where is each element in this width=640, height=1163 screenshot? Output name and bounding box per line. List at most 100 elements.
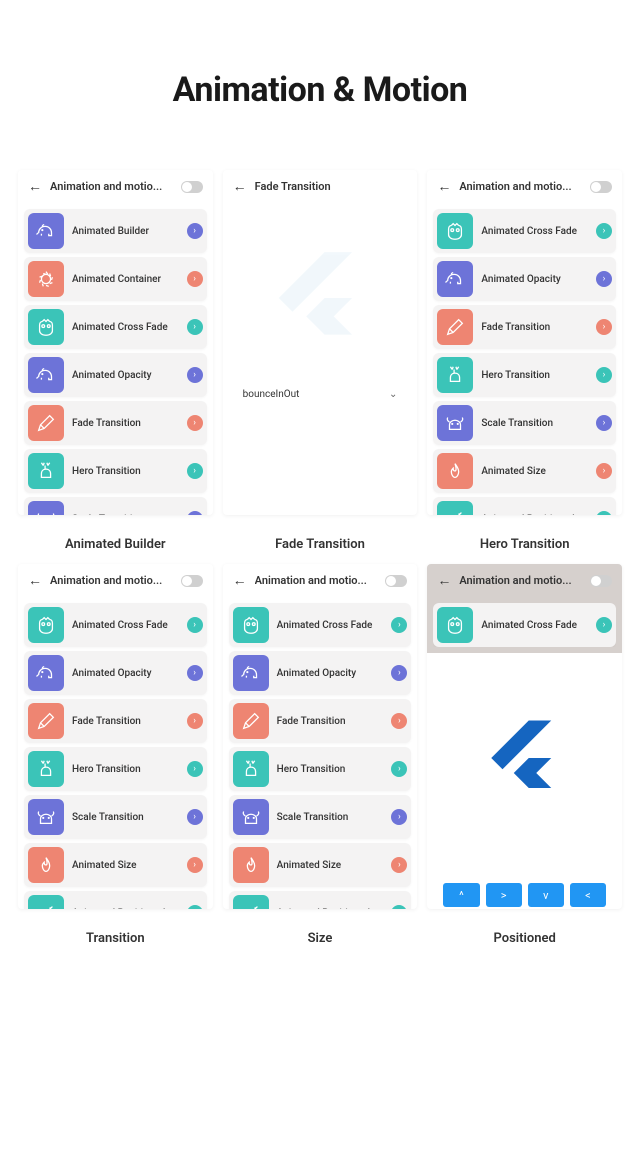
list-item[interactable]: Fade Transition › (229, 699, 412, 743)
item-label: Animated Cross Fade (277, 620, 384, 631)
up-button[interactable]: ^ (443, 883, 479, 907)
easing-dropdown[interactable]: bounceInOut ⌄ (233, 383, 408, 406)
app-header: ← Animation and motio... (18, 564, 213, 597)
item-label: Animated Opacity (481, 274, 588, 285)
left-button[interactable]: < (570, 883, 606, 907)
item-label: Animated Cross Fade (481, 226, 588, 237)
phone-screen: ← Animation and motio... Animated Cross … (427, 170, 622, 515)
down-button[interactable]: v (528, 883, 564, 907)
list-item[interactable]: Animated Opacity › (229, 651, 412, 695)
item-label: Fade Transition (277, 716, 384, 727)
pencil-icon (437, 309, 473, 345)
pencil-icon (233, 703, 269, 739)
list-item[interactable]: Animated Size› (24, 843, 207, 887)
positioned-main (427, 653, 622, 863)
list-item[interactable]: Animated Opacity › (24, 353, 207, 397)
caption: Fade Transition (223, 537, 418, 552)
caption: Transition (18, 931, 213, 946)
list-item[interactable]: Hero Transition› (433, 353, 616, 397)
bull-icon (28, 799, 64, 835)
list-item[interactable]: Animated Cross Fade› (24, 603, 207, 647)
list-item[interactable]: Scale Transition › (24, 795, 207, 839)
list-item[interactable]: Animated Cross Fade› (229, 603, 412, 647)
chevron-right-icon: › (187, 713, 203, 729)
chevron-right-icon: › (391, 665, 407, 681)
chevron-right-icon: › (596, 271, 612, 287)
phone-grid: ← Animation and motio... Animated Builde… (0, 170, 640, 1006)
list-item[interactable]: Animated Cross Fade › (24, 305, 207, 349)
list-item[interactable]: Animated Builder› (24, 209, 207, 253)
theme-toggle[interactable] (181, 575, 203, 587)
theme-toggle[interactable] (385, 575, 407, 587)
bull-icon (28, 501, 64, 515)
pencil-icon (28, 703, 64, 739)
bull-icon (233, 799, 269, 835)
list-item[interactable]: Animated Opacity › (24, 651, 207, 695)
list-item[interactable]: Scale Transition› (24, 497, 207, 515)
list-item[interactable]: Animated Container › (24, 257, 207, 301)
cell-positioned: ← Animation and motio... Animated Cross … (427, 564, 622, 946)
chevron-right-icon: › (187, 367, 203, 383)
chevron-right-icon: › (187, 809, 203, 825)
back-icon[interactable]: ← (28, 572, 42, 589)
list-item[interactable]: Animated Opacity › (433, 257, 616, 301)
chevron-right-icon: › (187, 463, 203, 479)
back-icon[interactable]: ← (233, 178, 247, 195)
item-label: Animated Opacity (72, 668, 179, 679)
list-item[interactable]: Animated Size› (229, 843, 412, 887)
theme-toggle[interactable] (181, 181, 203, 193)
wand-icon (28, 895, 64, 909)
fire-icon (437, 453, 473, 489)
right-button[interactable]: > (486, 883, 522, 907)
elephant-icon (233, 655, 269, 691)
chevron-right-icon: › (187, 511, 203, 515)
animation-list: Animated Cross Fade› (433, 603, 616, 647)
list-item[interactable]: Animated Cross Fade› (433, 603, 616, 647)
item-label: Scale Transition (72, 812, 179, 823)
list-item[interactable]: Animated Cross Fade› (433, 209, 616, 253)
owl-icon (28, 309, 64, 345)
list-item[interactable]: Animated Positioned› (433, 497, 616, 515)
list-item[interactable]: Scale Transition› (433, 401, 616, 445)
item-label: Animated Positioned (72, 908, 179, 910)
chevron-right-icon: › (391, 713, 407, 729)
chevron-right-icon: › (187, 271, 203, 287)
list-item[interactable]: Fade Transition› (433, 305, 616, 349)
header-title: Animation and motio... (459, 180, 582, 193)
animation-list: Animated Cross Fade›Animated Opacity›Fad… (223, 597, 418, 909)
theme-toggle[interactable] (590, 575, 612, 587)
list-item[interactable]: Scale Transition› (229, 795, 412, 839)
list-item[interactable]: Animated Size› (433, 449, 616, 493)
app-header: ← Animation and motio... (18, 170, 213, 203)
phone-screen: ← Animation and motio... Animated Cross … (223, 564, 418, 909)
item-label: Animated Opacity (72, 370, 179, 381)
cell-transition: ← Animation and motio... Animated Cross … (18, 564, 213, 946)
phone-screen: ← Animation and motio... Animated Builde… (18, 170, 213, 515)
item-label: Animated Opacity (277, 668, 384, 679)
back-icon[interactable]: ← (437, 572, 451, 589)
theme-toggle[interactable] (590, 181, 612, 193)
list-item[interactable]: Animated Positioned› (24, 891, 207, 909)
list-item[interactable]: Fade Transition› (24, 699, 207, 743)
list-item[interactable]: Animated Positioned› (229, 891, 412, 909)
chevron-right-icon: › (391, 857, 407, 873)
animation-list: Animated Cross Fade› Animated Opacity › Fad… (427, 203, 622, 515)
back-icon[interactable]: ← (28, 178, 42, 195)
chevron-right-icon: › (187, 319, 203, 335)
chevron-right-icon: › (187, 665, 203, 681)
item-label: Fade Transition (72, 418, 179, 429)
owl-icon (437, 607, 473, 643)
back-icon[interactable]: ← (233, 572, 247, 589)
list-item[interactable]: Hero Transition› (229, 747, 412, 791)
list-item[interactable]: Fade Transition› (24, 401, 207, 445)
app-header: ← Animation and motio... (427, 170, 622, 203)
item-label: Animated Cross Fade (72, 322, 179, 333)
header-title: Animation and motio... (459, 574, 582, 587)
app-header: ← Animation and motio... (427, 564, 622, 597)
app-header: ← Animation and motio... (223, 564, 418, 597)
back-icon[interactable]: ← (437, 178, 451, 195)
item-label: Animated Container (72, 274, 179, 285)
list-item[interactable]: Hero Transition› (24, 747, 207, 791)
wand-icon (233, 895, 269, 909)
list-item[interactable]: Hero Transition› (24, 449, 207, 493)
